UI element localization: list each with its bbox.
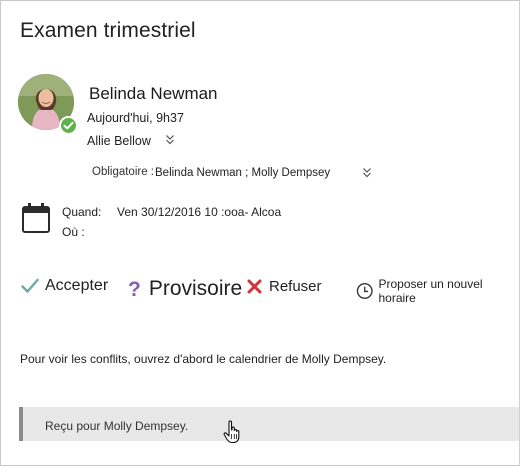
question-mark-icon: ? [128, 277, 141, 301]
expand-recipients-chevron-icon[interactable] [165, 134, 175, 146]
tentative-button[interactable]: ? Provisoire [128, 277, 242, 301]
calendar-icon [22, 203, 50, 233]
clock-icon [356, 283, 373, 299]
received-for-text: Reçu pour Molly Dempsey. [45, 419, 189, 433]
meeting-invite-pane: Examen trimestriel Belinda Newman Aujour… [0, 0, 520, 466]
close-icon [247, 279, 262, 294]
required-attendees-label: Obligatoire : [92, 166, 155, 178]
accept-button[interactable]: Accepter [21, 277, 108, 295]
when-value: Ven 30/12/2016 10 :ooa- Alcoa [117, 205, 282, 219]
sent-time: Aujourd'hui, 9h37 [87, 111, 184, 125]
where-label: Où : [62, 225, 85, 239]
required-attendees-list[interactable]: Belinda Newman ; Molly Dempsey [155, 167, 330, 179]
sender-name[interactable]: Belinda Newman [89, 84, 218, 104]
checkmark-icon [21, 278, 39, 293]
conflicts-message: Pour voir les conflits, ouvrez d'abord l… [20, 352, 387, 366]
accept-label: Accepter [45, 277, 109, 294]
when-label: Quand: [62, 205, 102, 219]
expand-attendees-chevron-icon[interactable] [362, 167, 372, 179]
propose-new-time-button[interactable]: Proposer un nouvel horaire [356, 277, 519, 305]
hand-cursor-icon [223, 420, 240, 444]
tentative-label: Provisoire [148, 277, 243, 300]
decline-button[interactable]: Refuser [247, 278, 322, 295]
received-for-banner: Reçu pour Molly Dempsey. [19, 407, 519, 441]
recipient-name[interactable]: Allie Bellow [87, 134, 151, 148]
propose-new-time-label: Proposer un nouvel horaire [378, 277, 483, 305]
meeting-title: Examen trimestriel [20, 19, 196, 42]
presence-available-icon [59, 116, 78, 135]
decline-label: Refuser [269, 278, 322, 295]
